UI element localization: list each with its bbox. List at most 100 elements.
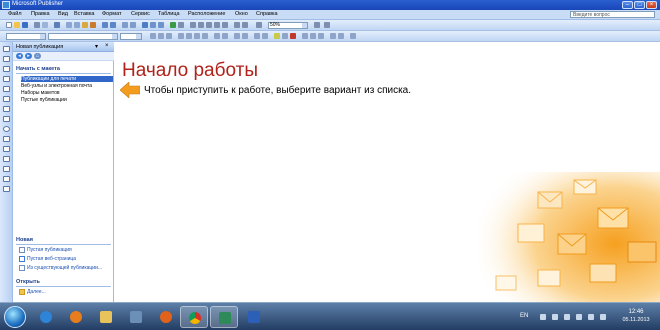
oval-tool-icon[interactable] [3, 126, 10, 132]
menu-tools[interactable]: Сервис [131, 11, 150, 17]
volume-icon[interactable] [600, 314, 606, 320]
taskbar-firefox[interactable] [152, 306, 180, 328]
font-size-select[interactable] [120, 33, 142, 40]
new-icon[interactable] [6, 22, 12, 28]
clip-art-tool-icon[interactable] [3, 96, 10, 102]
text-box-icon[interactable] [214, 22, 220, 28]
menu-format[interactable]: Формат [102, 11, 122, 17]
fill-color-icon[interactable] [274, 33, 280, 39]
rectangle-tool-icon[interactable] [3, 136, 10, 142]
taskbar-media-player[interactable] [62, 306, 90, 328]
menu-view[interactable]: Вид [58, 11, 68, 17]
arrow-style-icon[interactable] [318, 33, 324, 39]
tree-item-web-email[interactable]: Веб-узлы и электронная почта [21, 83, 113, 89]
justify-icon[interactable] [202, 33, 208, 39]
increase-font-icon[interactable] [262, 33, 268, 39]
wordart-tool-icon[interactable] [3, 76, 10, 82]
tray-app-icon[interactable] [552, 314, 558, 320]
zoom-in-icon[interactable] [314, 22, 320, 28]
italic-icon[interactable] [158, 33, 164, 39]
taskbar-explorer[interactable] [92, 306, 120, 328]
line-tool-icon[interactable] [3, 106, 10, 112]
network-signal-icon[interactable] [588, 314, 594, 320]
undo-icon[interactable] [102, 22, 108, 28]
clock-time[interactable]: 12:46 [621, 309, 651, 315]
zoom-in-icon[interactable] [242, 22, 248, 28]
menu-help[interactable]: Справка [256, 11, 278, 17]
bullets-icon[interactable] [222, 33, 228, 39]
home-icon[interactable]: ⌂ [34, 53, 41, 59]
task-pane-menu-icon[interactable]: ▾ [95, 43, 98, 50]
picture-tool-icon[interactable] [3, 86, 10, 92]
taskbar-chrome[interactable] [180, 306, 208, 328]
taskbar-word[interactable] [240, 306, 268, 328]
align-right-icon[interactable] [194, 33, 200, 39]
minimize-button[interactable]: – [622, 1, 633, 9]
picture-icon[interactable] [170, 22, 176, 28]
menu-file[interactable]: Файл [8, 11, 22, 17]
paste-icon[interactable] [82, 22, 88, 28]
maximize-button[interactable]: □ [634, 1, 645, 9]
increase-indent-icon[interactable] [242, 33, 248, 39]
hyperlink-icon[interactable] [142, 22, 148, 28]
copy-icon[interactable] [74, 22, 80, 28]
send-backward-icon[interactable] [130, 22, 136, 28]
cut-icon[interactable] [66, 22, 72, 28]
spelling-icon[interactable] [54, 22, 60, 28]
link-blank-publication[interactable]: Пустая публикация [27, 247, 72, 253]
menu-table[interactable]: Таблица [158, 11, 180, 17]
menu-arrange[interactable]: Расположение [188, 11, 225, 17]
layout-guides-icon[interactable] [206, 22, 212, 28]
tray-arrow-icon[interactable] [540, 314, 546, 320]
print-icon[interactable] [34, 22, 40, 28]
font-color-icon[interactable] [290, 33, 296, 39]
dash-style-icon[interactable] [310, 33, 316, 39]
underline-icon[interactable] [166, 33, 172, 39]
design-gallery-tool-icon[interactable] [3, 186, 10, 192]
style-select[interactable] [6, 33, 46, 40]
format-painter-icon[interactable] [90, 22, 96, 28]
bold-icon[interactable] [150, 33, 156, 39]
more-buttons-icon[interactable] [350, 33, 356, 39]
3d-style-icon[interactable] [338, 33, 344, 39]
shadow-style-icon[interactable] [330, 33, 336, 39]
tray-flag-icon[interactable] [564, 314, 570, 320]
redo-icon[interactable] [110, 22, 116, 28]
clock-date[interactable]: 05.11.2013 [617, 317, 655, 323]
menu-edit[interactable]: Правка [31, 11, 50, 17]
wordart-icon[interactable] [222, 22, 228, 28]
tree-item-print-publications[interactable]: Публикации для печати [21, 76, 113, 82]
task-pane-close-icon[interactable]: × [105, 43, 109, 49]
menu-window[interactable]: Окно [235, 11, 248, 17]
forward-icon[interactable]: ▸ [25, 53, 32, 59]
close-button[interactable]: × [646, 1, 657, 9]
help-search-input[interactable]: Введите вопрос [570, 11, 655, 18]
link-blank-web-page[interactable]: Пустая веб-страница [27, 256, 76, 262]
tree-item-blank-publications[interactable]: Пустые публикации [21, 97, 113, 103]
bring-forward-icon[interactable] [122, 22, 128, 28]
link-from-existing[interactable]: Из существующей публикации... [27, 265, 102, 271]
save-icon[interactable] [22, 22, 28, 28]
align-left-icon[interactable] [178, 33, 184, 39]
whole-page-icon[interactable] [256, 22, 262, 28]
font-select[interactable] [48, 33, 118, 40]
line-style-icon[interactable] [302, 33, 308, 39]
autoshapes-tool-icon[interactable] [3, 146, 10, 152]
tree-item-design-sets[interactable]: Наборы макетов [21, 90, 113, 96]
hot-spot-tool-icon[interactable] [3, 156, 10, 162]
text-box-tool-icon[interactable] [3, 56, 10, 62]
back-icon[interactable]: ◂ [16, 53, 23, 59]
align-center-icon[interactable] [186, 33, 192, 39]
taskbar-network[interactable] [122, 306, 150, 328]
zoom-select[interactable]: 50% [268, 22, 308, 29]
table-tool-icon[interactable] [3, 66, 10, 72]
numbering-icon[interactable] [214, 33, 220, 39]
decrease-indent-icon[interactable] [234, 33, 240, 39]
arrow-tool-icon[interactable] [3, 116, 10, 122]
battery-icon[interactable] [576, 314, 582, 320]
print-preview-icon[interactable] [42, 22, 48, 28]
form-control-tool-icon[interactable] [3, 166, 10, 172]
table-icon[interactable] [158, 22, 164, 28]
boundaries-icon[interactable] [198, 22, 204, 28]
start-button[interactable] [4, 306, 26, 328]
